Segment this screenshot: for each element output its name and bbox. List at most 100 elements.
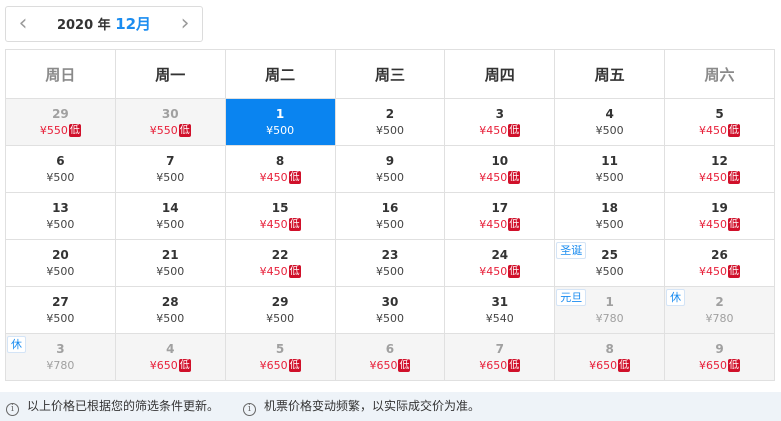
calendar-day-cell[interactable]: 19 ¥450 低 (664, 192, 775, 240)
calendar-day-cell[interactable]: 11 ¥500 (554, 145, 666, 193)
day-price: ¥650 (369, 358, 398, 372)
calendar-day-cell[interactable]: 17 ¥450 低 (444, 192, 556, 240)
calendar-day-cell[interactable]: 29 ¥500 (224, 286, 336, 334)
calendar-day-cell[interactable]: 8 ¥650 低 (554, 333, 666, 381)
calendar-day-cell[interactable]: 7 ¥500 (114, 145, 226, 193)
day-number: 30 (381, 294, 399, 309)
calendar-day-cell[interactable]: 14 ¥500 (114, 192, 226, 240)
calendar-day-cell[interactable]: 12 ¥450 低 (664, 145, 775, 193)
calendar-day-cell[interactable]: 4 ¥500 (554, 98, 666, 146)
day-price: ¥500 (595, 217, 624, 231)
day-price: ¥450 (479, 123, 508, 137)
calendar-day-cell[interactable]: 10 ¥450 低 (444, 145, 556, 193)
calendar-day-cell[interactable]: 29 ¥550 低 (5, 98, 116, 146)
calendar-day-cell-selected[interactable]: 1 ¥500 (224, 98, 336, 146)
day-price-line: ¥500 (6, 217, 115, 232)
calendar-day-cell[interactable]: 休 3 ¥780 (5, 333, 116, 381)
calendar-week-row: 6 ¥500 7 ¥500 8 ¥450 低 9 ¥500 10 ¥450 低 11 ¥500 12 ¥450… (5, 145, 775, 193)
day-price: ¥500 (46, 170, 75, 184)
day-price: ¥500 (266, 311, 295, 325)
day-price: ¥500 (156, 170, 185, 184)
day-price: ¥540 (485, 311, 514, 325)
day-number: 9 (385, 153, 395, 168)
calendar-day-cell[interactable]: 13 ¥500 (5, 192, 116, 240)
day-number: 17 (491, 200, 509, 215)
day-number: 4 (166, 341, 175, 356)
day-price-line: ¥780 (555, 311, 664, 326)
day-price: ¥500 (156, 311, 185, 325)
day-price-line: ¥500 (555, 264, 664, 279)
calendar-week-row: 27 ¥500 28 ¥500 29 ¥500 30 ¥500 31 ¥540 元旦 1 ¥780 休 2 ¥… (5, 286, 775, 334)
calendar-day-cell[interactable]: 24 ¥450 低 (444, 239, 556, 287)
calendar-day-cell[interactable]: 30 ¥550 低 (114, 98, 226, 146)
day-price: ¥500 (595, 170, 624, 184)
day-number: 19 (711, 200, 728, 215)
calendar-day-cell[interactable]: 31 ¥540 (444, 286, 556, 334)
calendar-day-cell[interactable]: 6 ¥500 (5, 145, 116, 193)
calendar-day-cell[interactable]: 3 ¥450 低 (444, 98, 556, 146)
year-label: 2020 年 (56, 18, 111, 33)
calendar-day-cell[interactable]: 休 2 ¥780 (664, 286, 775, 334)
day-price: ¥500 (375, 217, 404, 231)
calendar-day-cell[interactable]: 5 ¥650 低 (224, 333, 336, 381)
day-price-line: ¥450 低 (665, 217, 774, 232)
day-number: 30 (161, 106, 179, 121)
calendar-day-cell[interactable]: 22 ¥450 低 (224, 239, 336, 287)
day-price: ¥650 (699, 358, 728, 372)
info-icon: i (6, 403, 19, 416)
low-price-badge: 低 (618, 358, 631, 372)
day-price-line: ¥450 低 (445, 217, 554, 232)
calendar-day-cell[interactable]: 元旦 1 ¥780 (554, 286, 666, 334)
day-price: ¥650 (589, 358, 618, 372)
day-price: ¥500 (375, 264, 404, 278)
calendar-day-cell[interactable]: 26 ¥450 低 (664, 239, 775, 287)
day-price: ¥450 (479, 170, 508, 184)
day-price: ¥500 (46, 311, 75, 325)
weekday-header: 周四 (444, 49, 556, 99)
low-price-badge: 低 (728, 358, 741, 372)
day-price: ¥450 (699, 170, 728, 184)
calendar-day-cell[interactable]: 2 ¥500 (334, 98, 446, 146)
calendar-day-cell[interactable]: 7 ¥650 低 (444, 333, 556, 381)
day-price: ¥500 (156, 264, 185, 278)
day-price-line: ¥450 低 (665, 123, 774, 138)
day-price: ¥500 (375, 311, 404, 325)
calendar-day-cell[interactable]: 28 ¥500 (114, 286, 226, 334)
calendar-day-cell[interactable]: 21 ¥500 (114, 239, 226, 287)
holiday-tag: 休 (666, 289, 686, 306)
day-price-line: ¥500 (336, 123, 445, 138)
calendar-day-cell[interactable]: 27 ¥500 (5, 286, 116, 334)
calendar-day-cell[interactable]: 8 ¥450 低 (224, 145, 336, 193)
calendar-day-cell[interactable]: 23 ¥500 (334, 239, 446, 287)
day-price: ¥650 (479, 358, 508, 372)
day-price: ¥500 (46, 217, 75, 231)
day-number: 9 (715, 341, 724, 356)
calendar-day-cell[interactable]: 圣诞 25 ¥500 (554, 239, 666, 287)
low-price-badge: 低 (508, 358, 521, 372)
calendar-day-cell[interactable]: 20 ¥500 (5, 239, 116, 287)
day-price-line: ¥500 (226, 311, 335, 326)
calendar-day-cell[interactable]: 5 ¥450 低 (664, 98, 775, 146)
calendar-day-cell[interactable]: 18 ¥500 (554, 192, 666, 240)
calendar-day-cell[interactable]: 9 ¥650 低 (664, 333, 775, 381)
calendar-day-cell[interactable]: 16 ¥500 (334, 192, 446, 240)
day-number: 22 (271, 247, 289, 262)
weekday-header: 周五 (554, 49, 666, 99)
day-price: ¥450 (699, 264, 728, 278)
day-number: 26 (711, 247, 728, 262)
day-number: 11 (601, 153, 618, 168)
calendar-day-cell[interactable]: 6 ¥650 低 (334, 333, 446, 381)
day-price-line: ¥780 (665, 311, 774, 326)
day-price: ¥650 (259, 358, 288, 372)
day-price-line: ¥540 (445, 311, 554, 326)
calendar-day-cell[interactable]: 15 ¥450 低 (224, 192, 336, 240)
day-number: 3 (495, 106, 504, 121)
calendar-day-cell[interactable]: 9 ¥500 (334, 145, 446, 193)
next-month-chevron-right-icon[interactable]: › (170, 7, 200, 41)
calendar-day-cell[interactable]: 4 ¥650 低 (114, 333, 226, 381)
day-number: 29 (52, 106, 69, 121)
day-number: 29 (271, 294, 289, 309)
calendar-day-cell[interactable]: 30 ¥500 (334, 286, 446, 334)
day-number: 27 (52, 294, 69, 309)
low-price-badge: 低 (728, 264, 741, 278)
